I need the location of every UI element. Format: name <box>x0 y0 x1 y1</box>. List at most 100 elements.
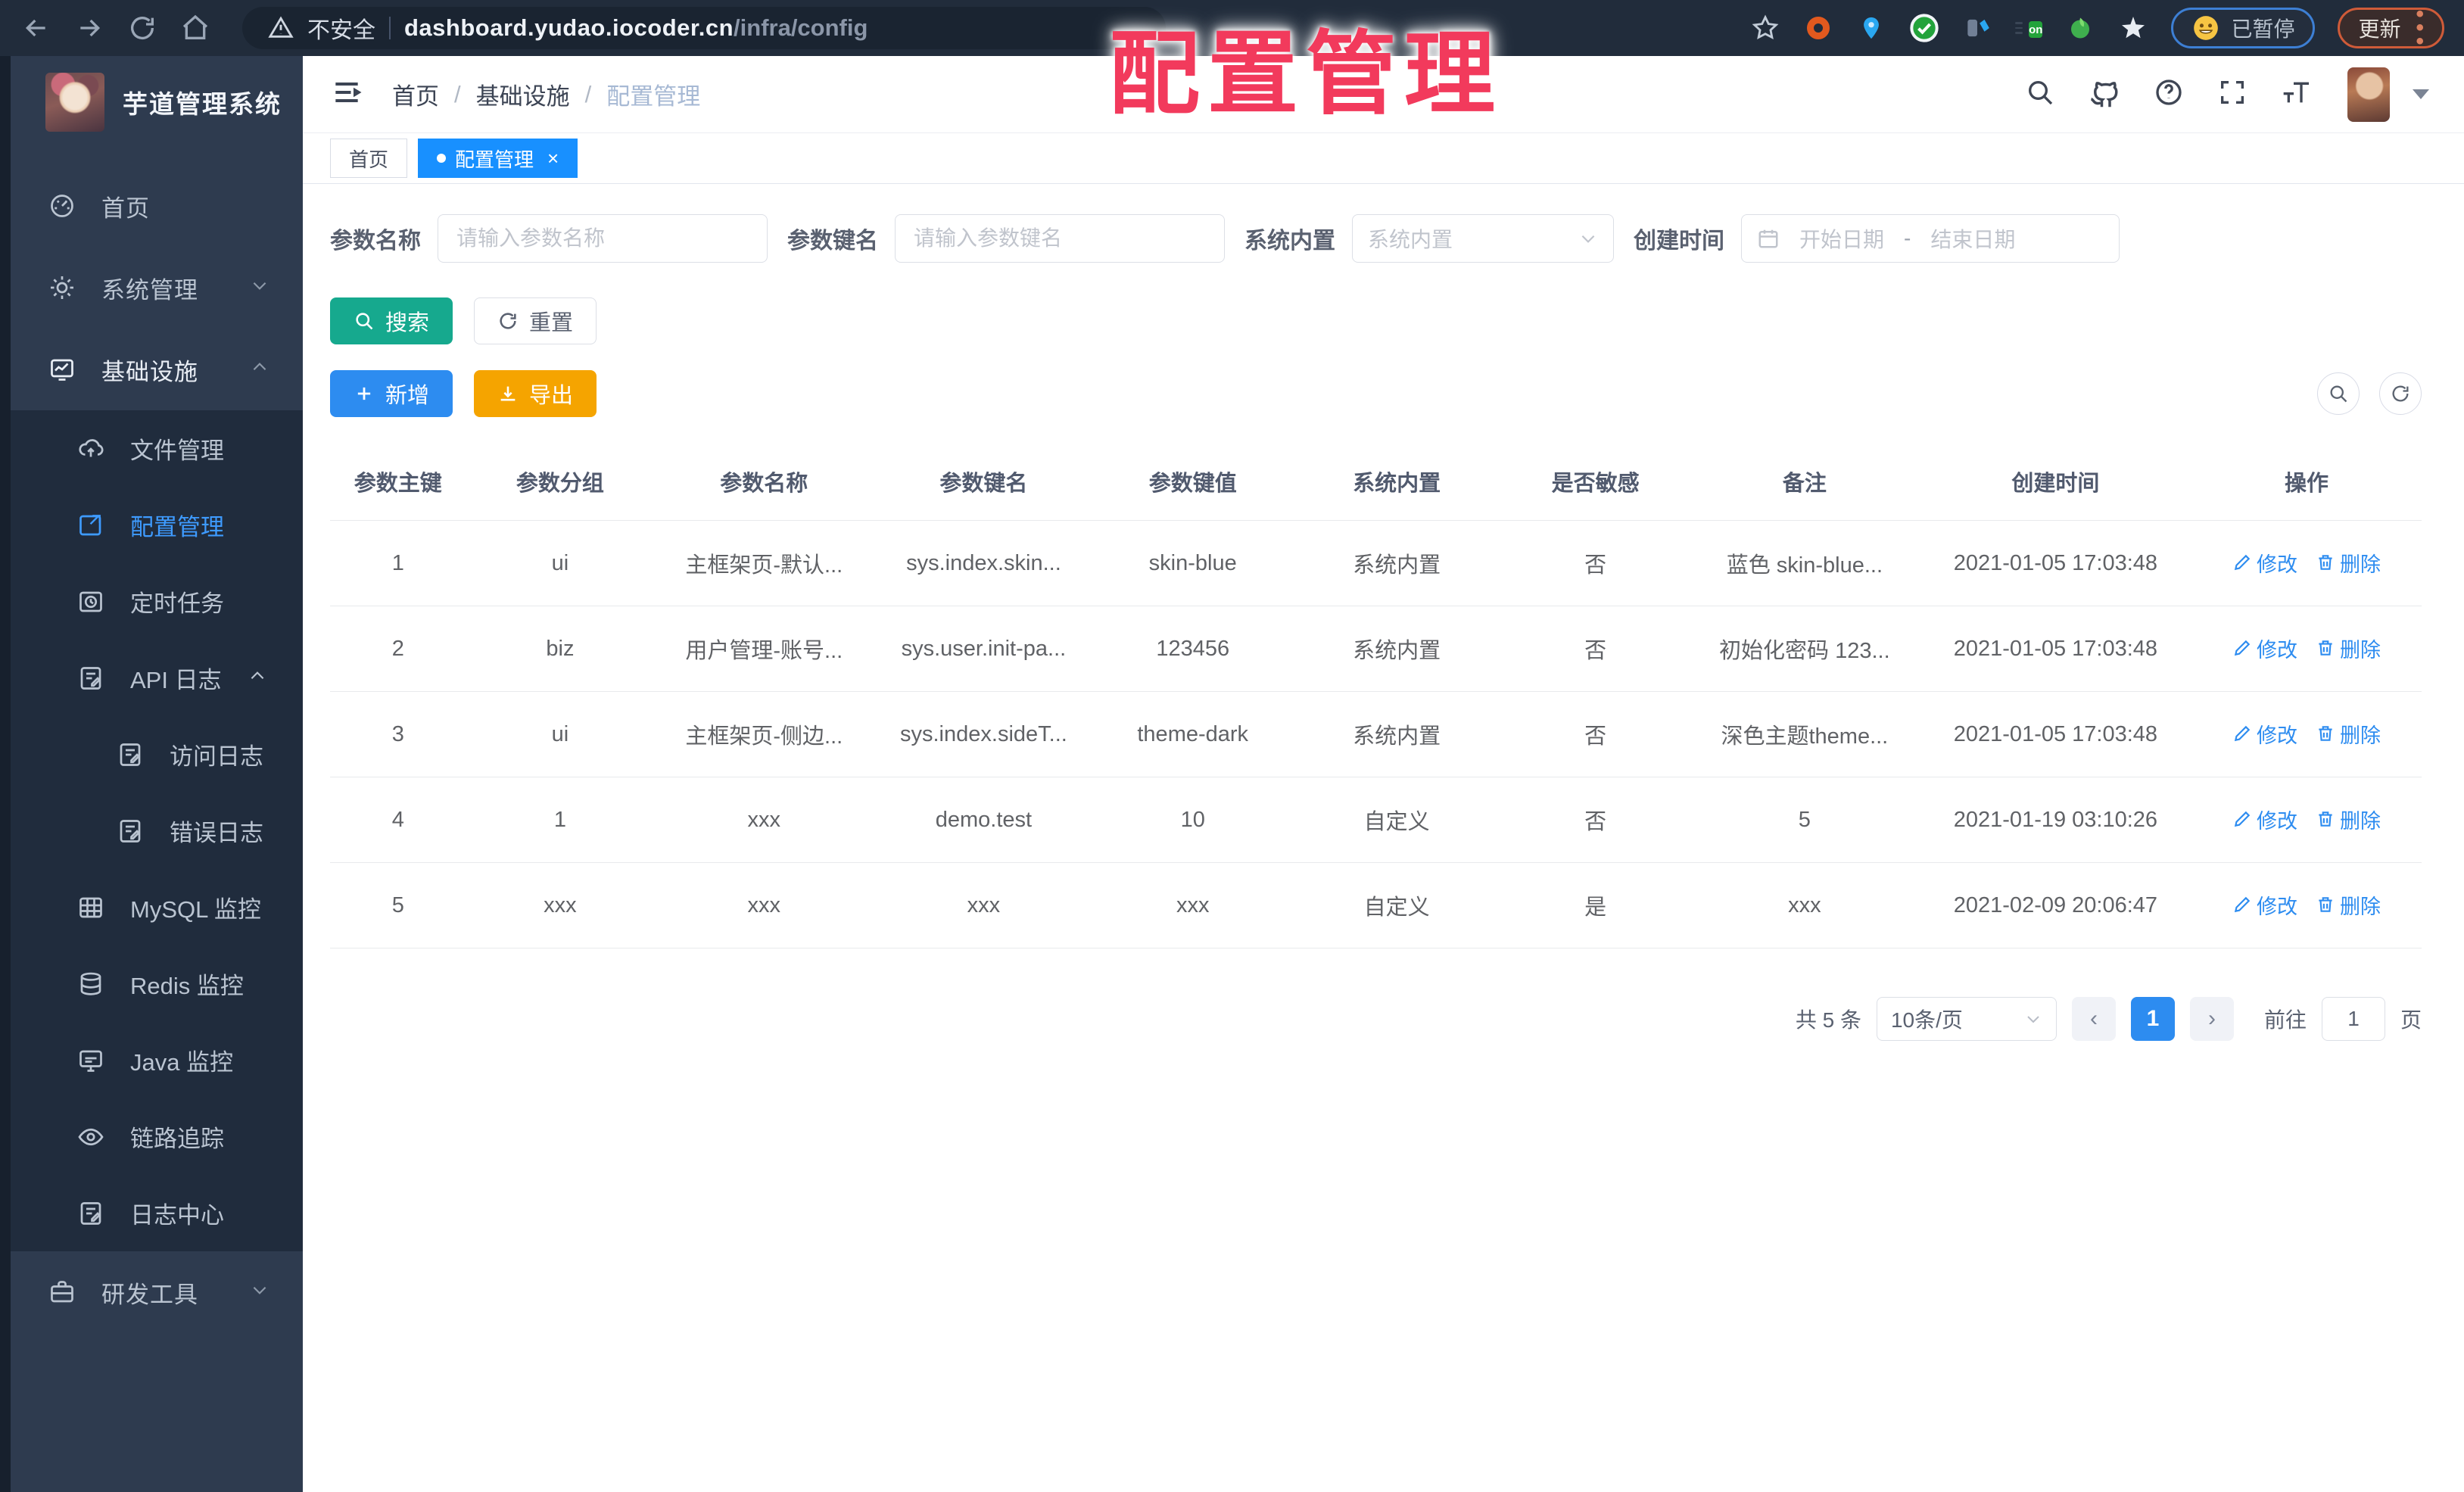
forward-icon[interactable] <box>73 11 106 45</box>
page-1-button[interactable]: 1 <box>2130 997 2175 1041</box>
page-size-select[interactable]: 10条/页 <box>1876 997 2057 1041</box>
calendar-icon <box>1758 229 1778 248</box>
sidebar-item-system[interactable]: 系统管理 <box>11 247 303 329</box>
edit-link[interactable]: 修改 <box>2232 719 2297 749</box>
prev-page-button[interactable]: ‹ <box>2071 997 2116 1041</box>
reload-icon[interactable] <box>126 11 159 45</box>
sidebar-item-job[interactable]: 定时任务 <box>11 563 303 640</box>
date-range-picker[interactable]: 开始日期 - 结束日期 <box>1741 214 2120 263</box>
tab-config[interactable]: 配置管理 × <box>418 139 578 178</box>
sidebar-item-trace[interactable]: 链路追踪 <box>11 1098 303 1175</box>
config-table: 参数主键 参数分组 参数名称 参数键名 参数键值 系统内置 是否敏感 备注 创建时间 操作 1 ui… <box>330 443 2422 948</box>
sidebar-item-home[interactable]: 首页 <box>11 165 303 247</box>
refresh-table-button[interactable] <box>2379 372 2422 415</box>
edit-link[interactable]: 修改 <box>2232 548 2297 578</box>
fullscreen-icon[interactable] <box>2217 77 2248 111</box>
sidebar-item-java[interactable]: Java 监控 <box>11 1022 303 1098</box>
bookmark-star-icon[interactable] <box>1750 13 1780 43</box>
table-cell: 自定义 <box>1291 777 1502 863</box>
param-name-input[interactable] <box>438 214 768 263</box>
date-end-placeholder: 结束日期 <box>1930 228 2016 251</box>
user-menu-caret-icon[interactable] <box>2413 89 2429 99</box>
toggle-search-button[interactable] <box>2317 372 2360 415</box>
table-cell: 1 <box>330 520 466 606</box>
overlay-title: 配置管理 <box>1109 23 1503 125</box>
edit-link[interactable]: 修改 <box>2232 805 2297 834</box>
table-cell: skin-blue <box>1093 520 1292 606</box>
breadcrumb-infra[interactable]: 基础设施 <box>476 77 570 111</box>
system-type-select[interactable]: 系统内置 <box>1352 214 1614 263</box>
table-row: 1 ui 主框架页-默认... sys.index.skin... skin-blue 系… <box>330 520 2422 606</box>
next-page-button[interactable]: › <box>2189 997 2234 1041</box>
sidebar-item-access-log[interactable]: 访问日志 <box>11 716 303 793</box>
table-cell: 主框架页-默认... <box>654 520 874 606</box>
sidebar-logo[interactable]: 芋道管理系统 <box>11 56 303 147</box>
delete-link[interactable]: 删除 <box>2316 805 2381 834</box>
sidebar-item-devtools[interactable]: 研发工具 <box>11 1251 303 1333</box>
system-type-label: 系统内置 <box>1244 229 1335 254</box>
sidebar-item-config[interactable]: 配置管理 <box>11 487 303 563</box>
param-name-label: 参数名称 <box>330 229 421 254</box>
delete-link[interactable]: 删除 <box>2316 634 2381 663</box>
table-header-cell: 系统内置 <box>1291 443 1502 521</box>
update-button[interactable]: 更新 • • • <box>2338 3 2444 53</box>
help-icon[interactable] <box>2154 77 2184 111</box>
breadcrumb-home[interactable]: 首页 <box>392 77 439 111</box>
edit-square-icon <box>79 514 101 535</box>
filter-form: 参数名称 参数键名 系统内置 系统内置 <box>330 214 2422 263</box>
user-avatar[interactable] <box>2347 67 2390 122</box>
extension-donut-icon[interactable] <box>1803 13 1833 43</box>
page: 不安全 dashboard.yudao.iocoder.cn/infra/con… <box>0 0 2464 1492</box>
table-header-row: 参数主键 参数分组 参数名称 参数键名 参数键值 系统内置 是否敏感 备注 创建时间 操作 <box>330 443 2422 521</box>
github-icon[interactable] <box>2089 76 2120 112</box>
sidebar-item-mysql[interactable]: MySQL 监控 <box>11 869 303 945</box>
paused-extension-pill[interactable]: 已暂停 <box>2171 8 2316 48</box>
dashboard-icon <box>51 195 73 217</box>
hamburger-icon[interactable] <box>330 76 363 113</box>
document-pen-icon <box>120 743 141 766</box>
sidebar-item-log-center[interactable]: 日志中心 <box>11 1175 303 1251</box>
extension-check-icon[interactable] <box>1909 13 1939 43</box>
table-cell: xxx <box>1093 862 1292 948</box>
sidebar-item-redis[interactable]: Redis 监控 <box>11 945 303 1022</box>
sidebar-item-infra[interactable]: 基础设施 <box>11 329 303 410</box>
delete-link[interactable]: 删除 <box>2316 890 2381 920</box>
search-button[interactable]: 搜索 <box>330 297 453 344</box>
table-cell: 1 <box>466 777 655 863</box>
trash-icon <box>2319 897 2332 912</box>
edit-link[interactable]: 修改 <box>2232 890 2297 920</box>
delete-link[interactable]: 删除 <box>2316 719 2381 749</box>
table-cell: 是 <box>1501 862 1690 948</box>
reset-button[interactable]: 重置 <box>474 297 597 344</box>
extension-puzzle-icon[interactable] <box>2118 13 2148 43</box>
extension-on-badge-icon[interactable]: on <box>2015 14 2043 42</box>
breadcrumb-separator: / <box>454 80 461 107</box>
table-body: 1 ui 主框架页-默认... sys.index.skin... skin-blue 系… <box>330 520 2422 948</box>
param-key-input[interactable] <box>895 214 1225 263</box>
add-button[interactable]: 新增 <box>330 370 453 417</box>
back-icon[interactable] <box>20 11 53 45</box>
table-cell: 5 <box>330 862 466 948</box>
tab-home[interactable]: 首页 <box>330 139 408 178</box>
delete-link[interactable]: 删除 <box>2316 548 2381 578</box>
sidebar-item-api-log[interactable]: API 日志 <box>11 640 303 716</box>
goto-page-input[interactable] <box>2321 997 2385 1041</box>
extension-apps-icon[interactable] <box>1962 13 1992 43</box>
warning-icon <box>268 15 294 41</box>
extension-leaf-icon[interactable] <box>2065 13 2095 43</box>
close-tab-icon[interactable]: × <box>547 147 559 170</box>
export-button[interactable]: 导出 <box>474 370 597 417</box>
url-bar[interactable]: 不安全 dashboard.yudao.iocoder.cn/infra/con… <box>242 7 1166 49</box>
chevron-down-icon <box>2027 1016 2039 1023</box>
table-row: 5 xxx xxx xxx xxx 自定义是 xxx 2021-02-09 20:06:47 修… <box>330 862 2422 948</box>
sidebar-item-file[interactable]: 文件管理 <box>11 410 303 487</box>
extension-pin-icon[interactable] <box>1856 13 1886 43</box>
search-icon[interactable] <box>2025 77 2055 111</box>
home-icon[interactable] <box>179 11 212 45</box>
browser-menu-icon[interactable]: • • • <box>2416 3 2424 53</box>
edit-link[interactable]: 修改 <box>2232 634 2297 663</box>
sidebar-item-error-log[interactable]: 错误日志 <box>11 793 303 869</box>
database-icon <box>80 972 101 995</box>
font-size-icon[interactable] <box>2281 77 2314 111</box>
reset-button-label: 重置 <box>529 311 574 335</box>
